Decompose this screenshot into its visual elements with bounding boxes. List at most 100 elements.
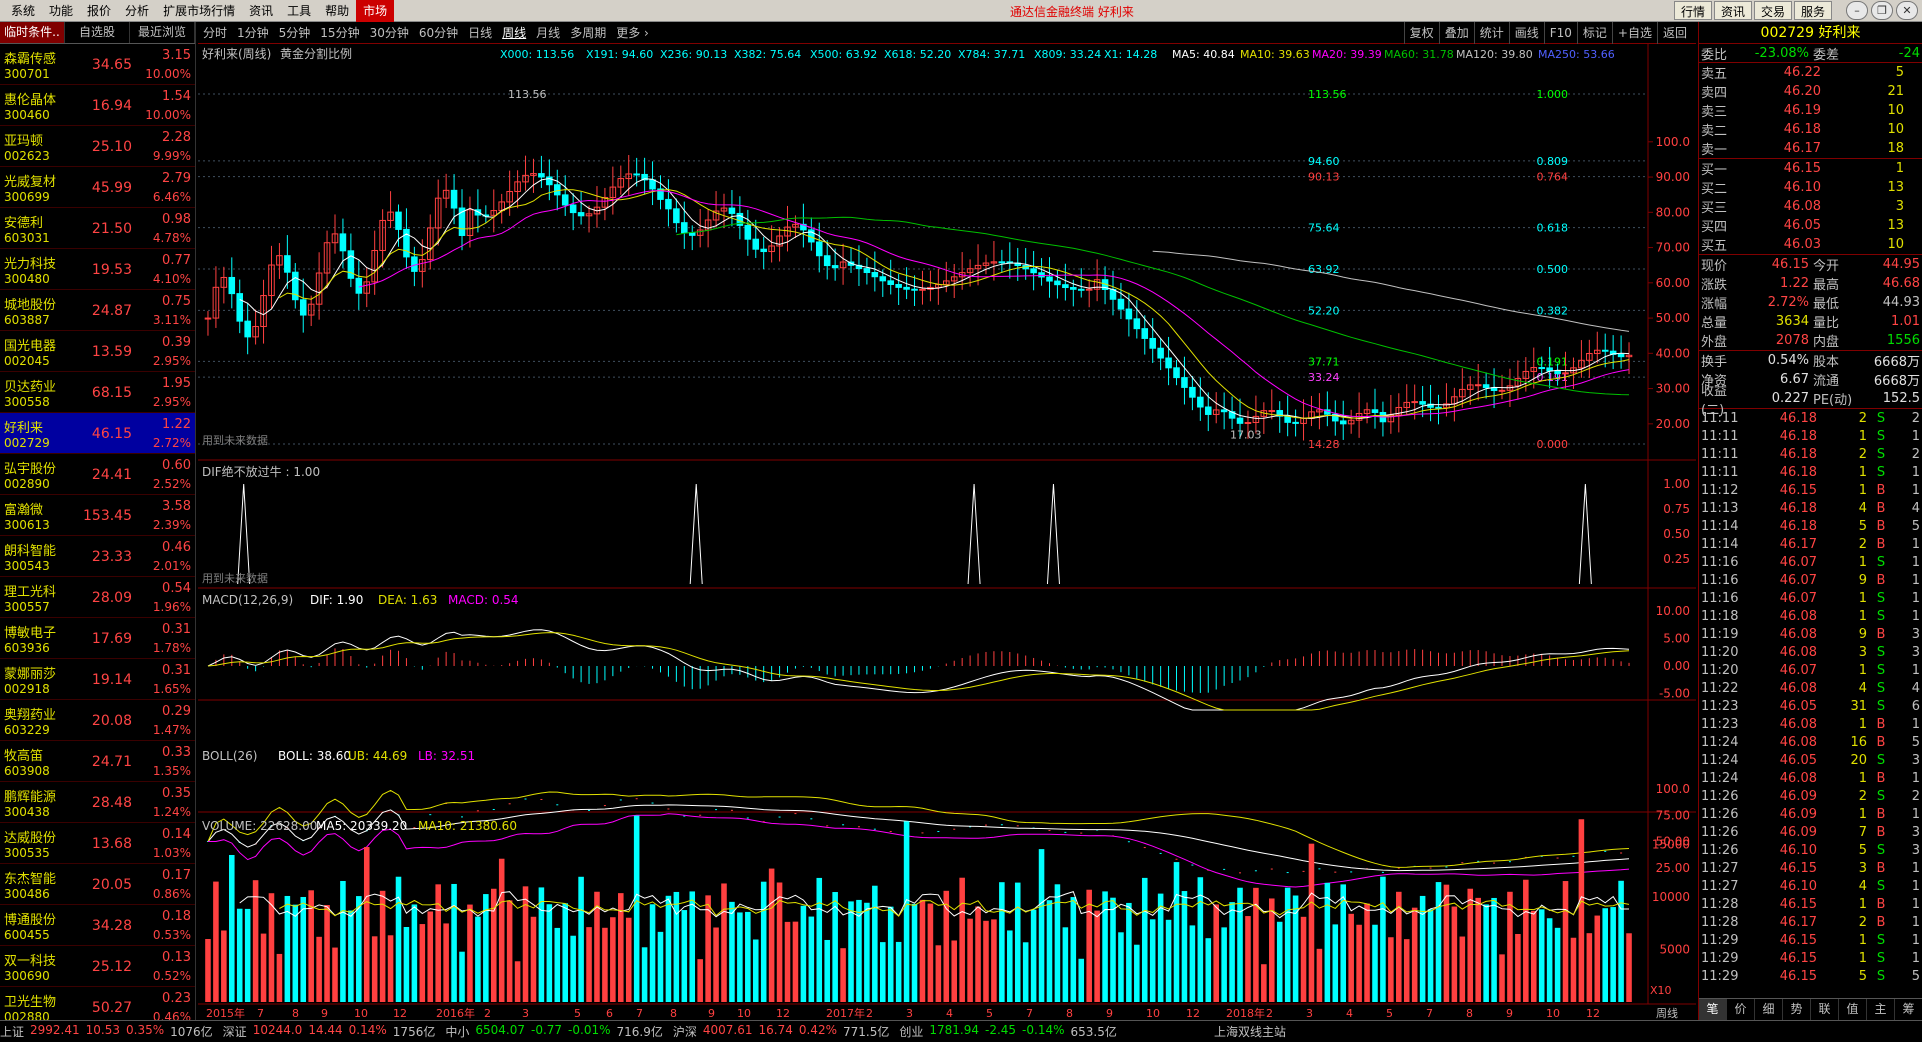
period-tab[interactable]: 30分钟 [365, 22, 414, 44]
quote-tab[interactable]: 联 [1811, 999, 1839, 1020]
stock-row[interactable]: 理工光科 300557 28.09 0.54 1.96% [0, 577, 195, 618]
bids-row[interactable]: 买二 46.10 13 [1699, 178, 1922, 197]
stock-row[interactable]: 国光电器 002045 13.59 0.39 2.95% [0, 331, 195, 372]
period-tab[interactable]: 月线 [531, 22, 565, 44]
service-button[interactable]: 服务 [1793, 1, 1832, 20]
index-item[interactable]: 创业 1781.94 -2.45 -0.14% 653.5亿 [899, 1023, 1117, 1040]
period-tab[interactable]: 1分钟 [232, 22, 274, 44]
tab-watchlist[interactable]: 自选股 [65, 22, 130, 43]
asks-row[interactable]: 卖一 46.17 18 [1699, 139, 1922, 158]
quote-tab[interactable]: 值 [1839, 999, 1867, 1020]
period-tab[interactable]: 5分钟 [274, 22, 316, 44]
stock-row[interactable]: 朗科智能 300543 23.33 0.46 2.01% [0, 536, 195, 577]
stock-row[interactable]: 亚玛顿 002623 25.10 2.28 9.99% [0, 126, 195, 167]
tab-recent[interactable]: 最近浏览 [130, 22, 195, 43]
period-tab[interactable]: 更多 › [611, 22, 654, 44]
menu-system[interactable]: 系统 [4, 0, 42, 22]
tick-list[interactable]: 11:11 46.18 2 S 2 11:11 46.18 1 S 1 11:11 46.18 2 S 2 1… [1699, 409, 1922, 985]
index-item[interactable]: 上证 2992.41 10.53 0.35% 1076亿 [0, 1023, 213, 1040]
stock-row[interactable]: 牧高笛 603908 24.71 0.33 1.35% [0, 741, 195, 782]
bids-row[interactable]: 买一 46.15 1 [1699, 159, 1922, 178]
stat-value: 1.01 [1891, 314, 1920, 329]
kline-charts[interactable]: 好利来(周线) 黄金分割比例 X000: 113.56 X191: 94.60 X236… [198, 44, 1696, 1020]
chart-tool-button[interactable]: 叠加 [1438, 22, 1474, 44]
menu-ext-market[interactable]: 扩展市场行情 [156, 0, 242, 22]
asks-row[interactable]: 卖四 46.20 21 [1699, 82, 1922, 101]
period-tab[interactable]: 周线 [497, 22, 531, 44]
volume-bar [1165, 919, 1172, 1002]
quote-tab[interactable]: 细 [1755, 999, 1783, 1020]
stock-row[interactable]: 好利来 002729 46.15 1.22 2.72% [0, 413, 195, 454]
stock-row[interactable]: 光威复材 300699 45.99 2.79 6.46% [0, 167, 195, 208]
period-tab[interactable]: 分时 [198, 22, 232, 44]
tab-temp-condition[interactable]: 临时条件.. [0, 22, 65, 43]
period-tab[interactable]: 60分钟 [414, 22, 463, 44]
asks-row[interactable]: 卖三 46.19 10 [1699, 101, 1922, 120]
news-button[interactable]: 资讯 [1713, 1, 1752, 20]
chart-tool-button[interactable]: F10 [1543, 22, 1577, 44]
volume-bar [768, 868, 775, 1002]
restore-icon[interactable]: ❐ [1871, 1, 1893, 20]
stock-row[interactable]: 鹏辉能源 300438 28.48 0.35 1.24% [0, 782, 195, 823]
tick-count: 1 [1911, 896, 1920, 912]
stock-row[interactable]: 安德利 603031 21.50 0.98 4.78% [0, 208, 195, 249]
stock-row[interactable]: 弘宇股份 002890 24.41 0.60 2.52% [0, 454, 195, 495]
chart-tool-button[interactable]: 返回 [1656, 22, 1692, 44]
tick-count: 1 [1911, 554, 1920, 570]
server-name[interactable]: 上海双线主站 [1214, 1023, 1286, 1040]
menu-function[interactable]: 功能 [42, 0, 80, 22]
trade-button[interactable]: 交易 [1753, 1, 1792, 20]
chart-tool-button[interactable]: 标记 [1576, 22, 1612, 44]
quote-tab[interactable]: 势 [1783, 999, 1811, 1020]
quote-tab[interactable]: 笔 [1699, 999, 1727, 1020]
stock-row[interactable]: 达威股份 300535 13.68 0.14 1.03% [0, 823, 195, 864]
menu-market[interactable]: 市场 [356, 0, 395, 22]
period-tab[interactable]: 日线 [463, 22, 497, 44]
ind1-axis-label: 0.75 [1663, 502, 1690, 516]
close-icon[interactable]: ✕ [1896, 1, 1918, 20]
stock-row[interactable]: 东杰智能 300486 20.05 0.17 0.86% [0, 864, 195, 905]
quote-tab[interactable]: 筹 [1895, 999, 1922, 1020]
minimize-icon[interactable]: – [1846, 1, 1868, 20]
quote-button[interactable]: 行情 [1673, 1, 1712, 20]
kline-candle [284, 255, 291, 273]
stock-row[interactable]: 森霸传感 300701 34.65 3.15 10.00% [0, 44, 195, 85]
menu-tools[interactable]: 工具 [280, 0, 318, 22]
index-item[interactable]: 中小 6504.07 -0.77 -0.01% 716.9亿 [445, 1023, 663, 1040]
menu-analysis[interactable]: 分析 [118, 0, 156, 22]
chart-tool-button[interactable]: +自选 [1611, 22, 1657, 44]
quote-tab[interactable]: 主 [1867, 999, 1895, 1020]
index-item[interactable]: 深证 10244.0 14.44 0.14% 1756亿 [223, 1023, 436, 1040]
stock-row[interactable]: 蒙娜丽莎 002918 19.14 0.31 1.65% [0, 659, 195, 700]
stock-row[interactable]: 博敏电子 603936 17.69 0.31 1.78% [0, 618, 195, 659]
volume-bar [784, 921, 791, 1002]
period-tab[interactable]: 15分钟 [315, 22, 364, 44]
index-pct: 0.35% [126, 1023, 165, 1037]
chart-tool-button[interactable]: 复权 [1403, 22, 1439, 44]
high-price-mark: 113.56 [508, 88, 547, 101]
stock-row[interactable]: 光力科技 300480 19.53 0.77 4.10% [0, 249, 195, 290]
menu-quote[interactable]: 报价 [80, 0, 118, 22]
stock-row[interactable]: 双一科技 300690 25.12 0.13 0.52% [0, 946, 195, 987]
bids-row[interactable]: 买三 46.08 3 [1699, 197, 1922, 216]
stock-row[interactable]: 奥翔药业 603229 20.08 0.29 1.47% [0, 700, 195, 741]
chart-tool-button[interactable]: 画线 [1508, 22, 1544, 44]
stock-row[interactable]: 贝达药业 300558 68.15 1.95 2.95% [0, 372, 195, 413]
asks-row[interactable]: 卖五 46.22 5 [1699, 63, 1922, 82]
stock-row[interactable]: 博通股份 600455 34.28 0.18 0.53% [0, 905, 195, 946]
tick-time: 11:28 [1701, 896, 1739, 912]
asks-row[interactable]: 卖二 46.18 10 [1699, 120, 1922, 139]
stock-row[interactable]: 富瀚微 300613 153.45 3.58 2.39% [0, 495, 195, 536]
menu-help[interactable]: 帮助 [318, 0, 356, 22]
stock-row[interactable]: 城地股份 603887 24.87 0.75 3.11% [0, 290, 195, 331]
tick-volume: 1 [1858, 590, 1867, 606]
stock-row[interactable]: 惠伦晶体 300460 16.94 1.54 10.00% [0, 85, 195, 126]
chart-tool-button[interactable]: 统计 [1473, 22, 1509, 44]
index-item[interactable]: 沪深 4007.61 16.74 0.42% 771.5亿 [673, 1023, 889, 1040]
period-tab[interactable]: 多周期 [565, 22, 611, 44]
bids-row[interactable]: 买四 46.05 13 [1699, 216, 1922, 235]
stock-row[interactable]: 卫光生物 002880 50.27 0.23 0.46% [0, 987, 195, 1020]
menu-news[interactable]: 资讯 [242, 0, 280, 22]
quote-tab[interactable]: 价 [1727, 999, 1755, 1020]
bids-row[interactable]: 买五 46.03 10 [1699, 235, 1922, 254]
